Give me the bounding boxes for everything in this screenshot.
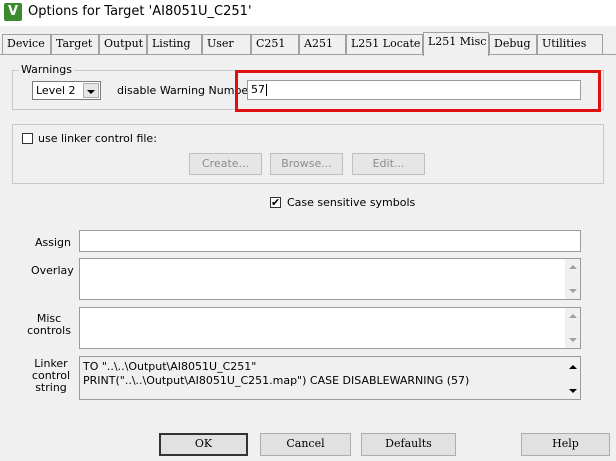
- linker-string-line-2: PRINT("..\..\Output\AI8051U_C251.map") C…: [83, 374, 470, 387]
- tab-utilities[interactable]: Utilities: [537, 34, 603, 54]
- tab-debug[interactable]: Debug: [489, 34, 537, 54]
- warning-level-value: Level 2: [36, 84, 76, 97]
- case-sensitive-label: Case sensitive symbols: [287, 196, 416, 209]
- keil-app-icon: V: [4, 3, 22, 21]
- warning-level-select[interactable]: Level 2: [32, 81, 101, 100]
- case-sensitive-checkbox[interactable]: ✔: [270, 197, 281, 208]
- linker-control-string-label: Linker control string: [31, 357, 71, 394]
- highlight-box: [235, 70, 601, 112]
- create-button[interactable]: Create...: [189, 153, 262, 175]
- scroll-down-icon[interactable]: [569, 289, 577, 293]
- scroll-up-icon[interactable]: [569, 265, 577, 269]
- browse-button[interactable]: Browse...: [270, 153, 343, 175]
- tab-user[interactable]: User: [202, 34, 251, 54]
- tab-output[interactable]: Output: [99, 34, 147, 54]
- checkmark-icon: ✔: [271, 196, 281, 209]
- tab-strip-divider: [0, 54, 616, 55]
- tab-a251[interactable]: A251: [299, 34, 346, 54]
- defaults-button[interactable]: Defaults: [361, 433, 456, 456]
- scroll-down-icon[interactable]: [569, 389, 577, 393]
- use-linker-control-checkbox[interactable]: [22, 133, 33, 144]
- linker-control-string-field[interactable]: TO "..\..\Output\AI8051U_C251" PRINT("..…: [79, 356, 581, 400]
- scroll-up-icon[interactable]: [569, 314, 577, 318]
- tab-device[interactable]: Device: [2, 34, 51, 54]
- warnings-group-label: Warnings: [19, 63, 74, 76]
- linker-string-scrollbar[interactable]: [565, 357, 580, 399]
- title-bar: V Options for Target 'AI8051U_C251': [0, 0, 616, 26]
- overlay-input[interactable]: [79, 258, 581, 300]
- misc-controls-scrollbar[interactable]: [565, 308, 580, 348]
- misc-controls-input[interactable]: [79, 307, 581, 349]
- help-button[interactable]: Help: [521, 433, 610, 456]
- edit-button[interactable]: Edit...: [352, 153, 425, 175]
- warning-level-dropdown-button[interactable]: [83, 83, 99, 98]
- scroll-down-icon[interactable]: [569, 338, 577, 342]
- overlay-scrollbar[interactable]: [565, 259, 580, 299]
- tab-listing[interactable]: Listing: [147, 34, 202, 54]
- tab-c251[interactable]: C251: [251, 34, 299, 54]
- use-linker-control-label: use linker control file:: [38, 132, 157, 145]
- linker-string-line-1: TO "..\..\Output\AI8051U_C251": [83, 360, 257, 373]
- tab-target[interactable]: Target: [51, 34, 99, 54]
- overlay-label: Overlay: [31, 264, 74, 277]
- cancel-button[interactable]: Cancel: [260, 433, 351, 456]
- window-title: Options for Target 'AI8051U_C251': [28, 4, 252, 19]
- assign-label: Assign: [35, 236, 71, 249]
- tab-l251-locate[interactable]: L251 Locate: [346, 34, 423, 54]
- tab-l251-misc[interactable]: L251 Misc: [423, 32, 489, 56]
- assign-input[interactable]: [79, 230, 581, 252]
- scroll-up-icon[interactable]: [569, 365, 577, 369]
- chevron-down-icon: [87, 90, 95, 94]
- misc-controls-label: Misc controls: [27, 312, 71, 337]
- ok-button[interactable]: OK: [159, 433, 248, 456]
